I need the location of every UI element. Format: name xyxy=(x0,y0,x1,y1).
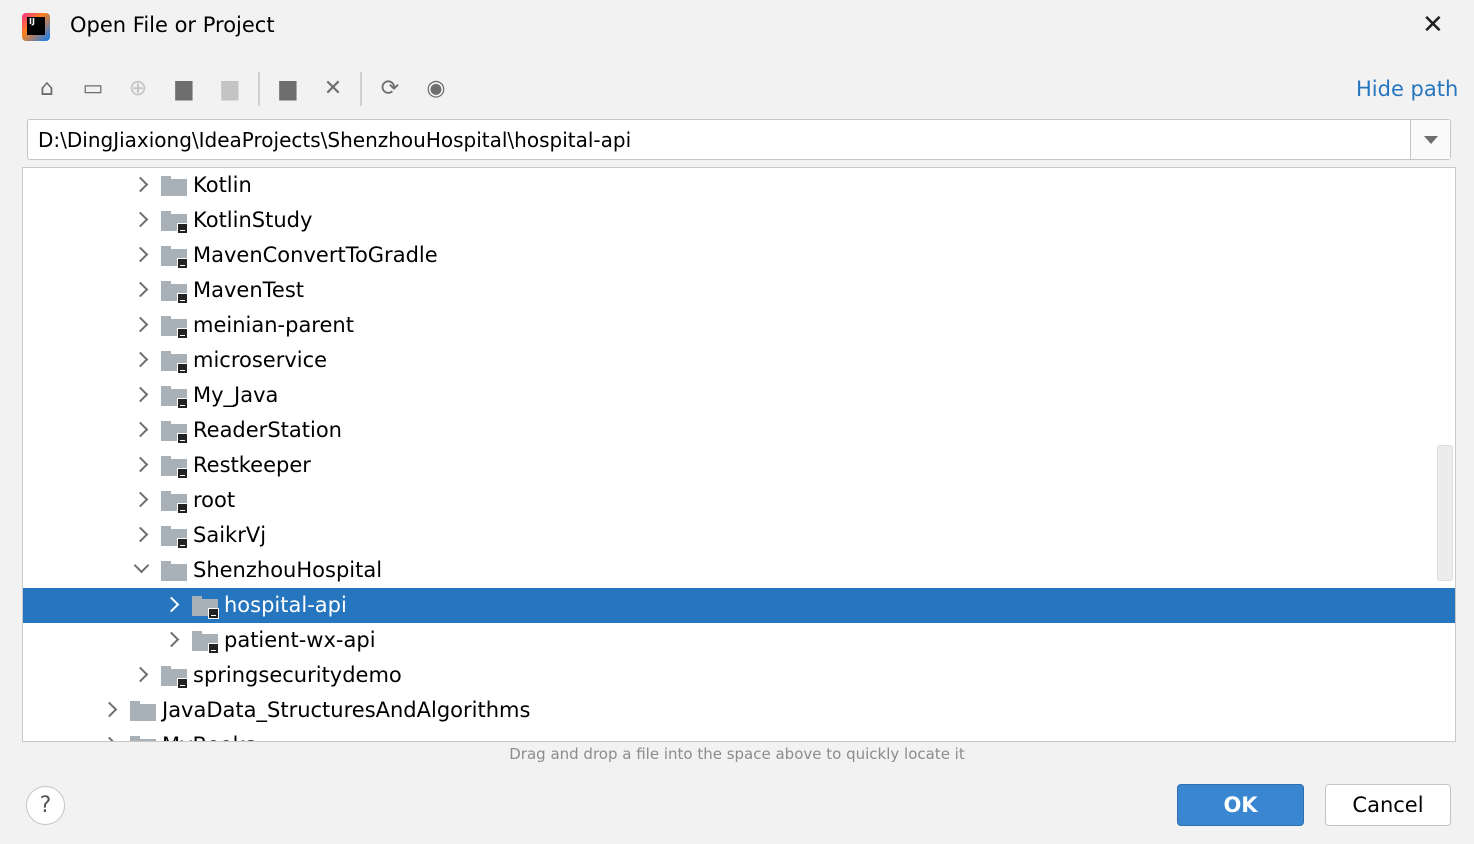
toolbar-divider xyxy=(258,72,260,106)
locate-icon[interactable]: ⊕ xyxy=(125,76,151,102)
module-folder-icon xyxy=(161,421,188,444)
module-folder-icon xyxy=(161,351,188,374)
tree-row-label: JavaData_StructuresAndAlgorithms xyxy=(162,698,531,722)
tree-row[interactable]: meinian-parent xyxy=(23,308,1455,343)
intellij-logo-icon: IJ xyxy=(22,13,50,41)
tree-row-label: meinian-parent xyxy=(193,313,354,337)
tree-row-label: patient-wx-api xyxy=(224,628,376,652)
module-folder-icon xyxy=(192,631,219,654)
tree-row-label: Kotlin xyxy=(193,173,252,197)
tree-row[interactable]: Restkeeper xyxy=(23,448,1455,483)
folder-icon xyxy=(130,736,156,741)
tree-row-label: My_Java xyxy=(193,383,279,407)
cancel-button[interactable]: Cancel xyxy=(1325,784,1451,826)
tree-row-label: microservice xyxy=(193,348,328,372)
tree-row[interactable]: SaikrVj xyxy=(23,518,1455,553)
hide-path-link[interactable]: Hide path xyxy=(1356,77,1458,101)
path-combobox[interactable]: D:\DingJiaxiong\IdeaProjects\ShenzhouHos… xyxy=(27,119,1451,160)
module-folder-icon xyxy=(161,246,188,269)
refresh-icon[interactable]: ⟳ xyxy=(377,76,403,102)
tree-row[interactable]: JavaData_StructuresAndAlgorithms xyxy=(23,693,1455,728)
module-folder-icon xyxy=(192,596,219,619)
drag-drop-hint: Drag and drop a file into the space abov… xyxy=(509,745,965,763)
tree-row-label: MyBooks xyxy=(162,733,256,741)
tree-row-label: ReaderStation xyxy=(193,418,342,442)
tree-row[interactable]: springsecuritydemo xyxy=(23,658,1455,693)
file-tree[interactable]: MyBooks JavaData_StructuresAndAlgorithms s… xyxy=(22,167,1456,742)
tree-row[interactable]: MavenConvertToGradle xyxy=(23,238,1455,273)
close-icon[interactable]: ✕ xyxy=(1422,10,1444,40)
dialog-title: Open File or Project xyxy=(70,13,275,37)
tree-row[interactable]: MyBooks xyxy=(23,728,1455,741)
tree-row-label: hospital-api xyxy=(224,593,347,617)
tree-row-label: ShenzhouHospital xyxy=(193,558,383,582)
toolbar-divider xyxy=(360,72,362,106)
project-folder-icon[interactable]: ▆ xyxy=(171,76,197,102)
tree-row-label: KotlinStudy xyxy=(193,208,313,232)
module-folder-icon xyxy=(161,666,188,689)
path-input[interactable]: D:\DingJiaxiong\IdeaProjects\ShenzhouHos… xyxy=(38,128,631,152)
tree-row-label: root xyxy=(193,488,236,512)
module-folder-icon xyxy=(161,386,188,409)
tree-row[interactable]: ReaderStation xyxy=(23,413,1455,448)
tree-row[interactable]: root xyxy=(23,483,1455,518)
tree-row[interactable]: ShenzhouHospital xyxy=(23,553,1455,588)
module-folder-icon xyxy=(161,526,188,549)
ok-button[interactable]: OK xyxy=(1177,784,1304,826)
tree-row[interactable]: Kotlin xyxy=(23,168,1455,203)
module-folder-icon xyxy=(161,316,188,339)
scrollbar[interactable] xyxy=(1437,445,1453,581)
home-icon[interactable]: ⌂ xyxy=(34,76,60,102)
module-folder-icon[interactable]: ▆ xyxy=(217,76,243,102)
folder-icon xyxy=(130,701,156,721)
tree-row-label: SaikrVj xyxy=(193,523,267,547)
tree-row-label: MavenTest xyxy=(193,278,304,302)
chevron-down-icon[interactable] xyxy=(1410,120,1450,159)
tree-row[interactable]: hospital-api xyxy=(23,588,1455,623)
tree-row[interactable]: microservice xyxy=(23,343,1455,378)
module-folder-icon xyxy=(161,491,188,514)
folder-icon xyxy=(161,176,187,196)
tree-row[interactable]: patient-wx-api xyxy=(23,623,1455,658)
desktop-icon[interactable]: ▭ xyxy=(80,76,106,102)
module-folder-icon xyxy=(161,211,188,234)
module-folder-icon xyxy=(161,456,188,479)
delete-icon[interactable]: ✕ xyxy=(320,76,346,102)
tree-row[interactable]: KotlinStudy xyxy=(23,203,1455,238)
show-hidden-icon[interactable]: ◉ xyxy=(423,76,449,102)
tree-row-label: MavenConvertToGradle xyxy=(193,243,438,267)
help-button[interactable]: ? xyxy=(26,786,65,825)
new-folder-icon[interactable]: ▆ xyxy=(275,76,301,102)
tree-row[interactable]: MavenTest xyxy=(23,273,1455,308)
folder-icon xyxy=(161,561,187,581)
tree-row-label: Restkeeper xyxy=(193,453,311,477)
tree-row[interactable]: My_Java xyxy=(23,378,1455,413)
module-folder-icon xyxy=(161,281,188,304)
tree-row-label: springsecuritydemo xyxy=(193,663,402,687)
